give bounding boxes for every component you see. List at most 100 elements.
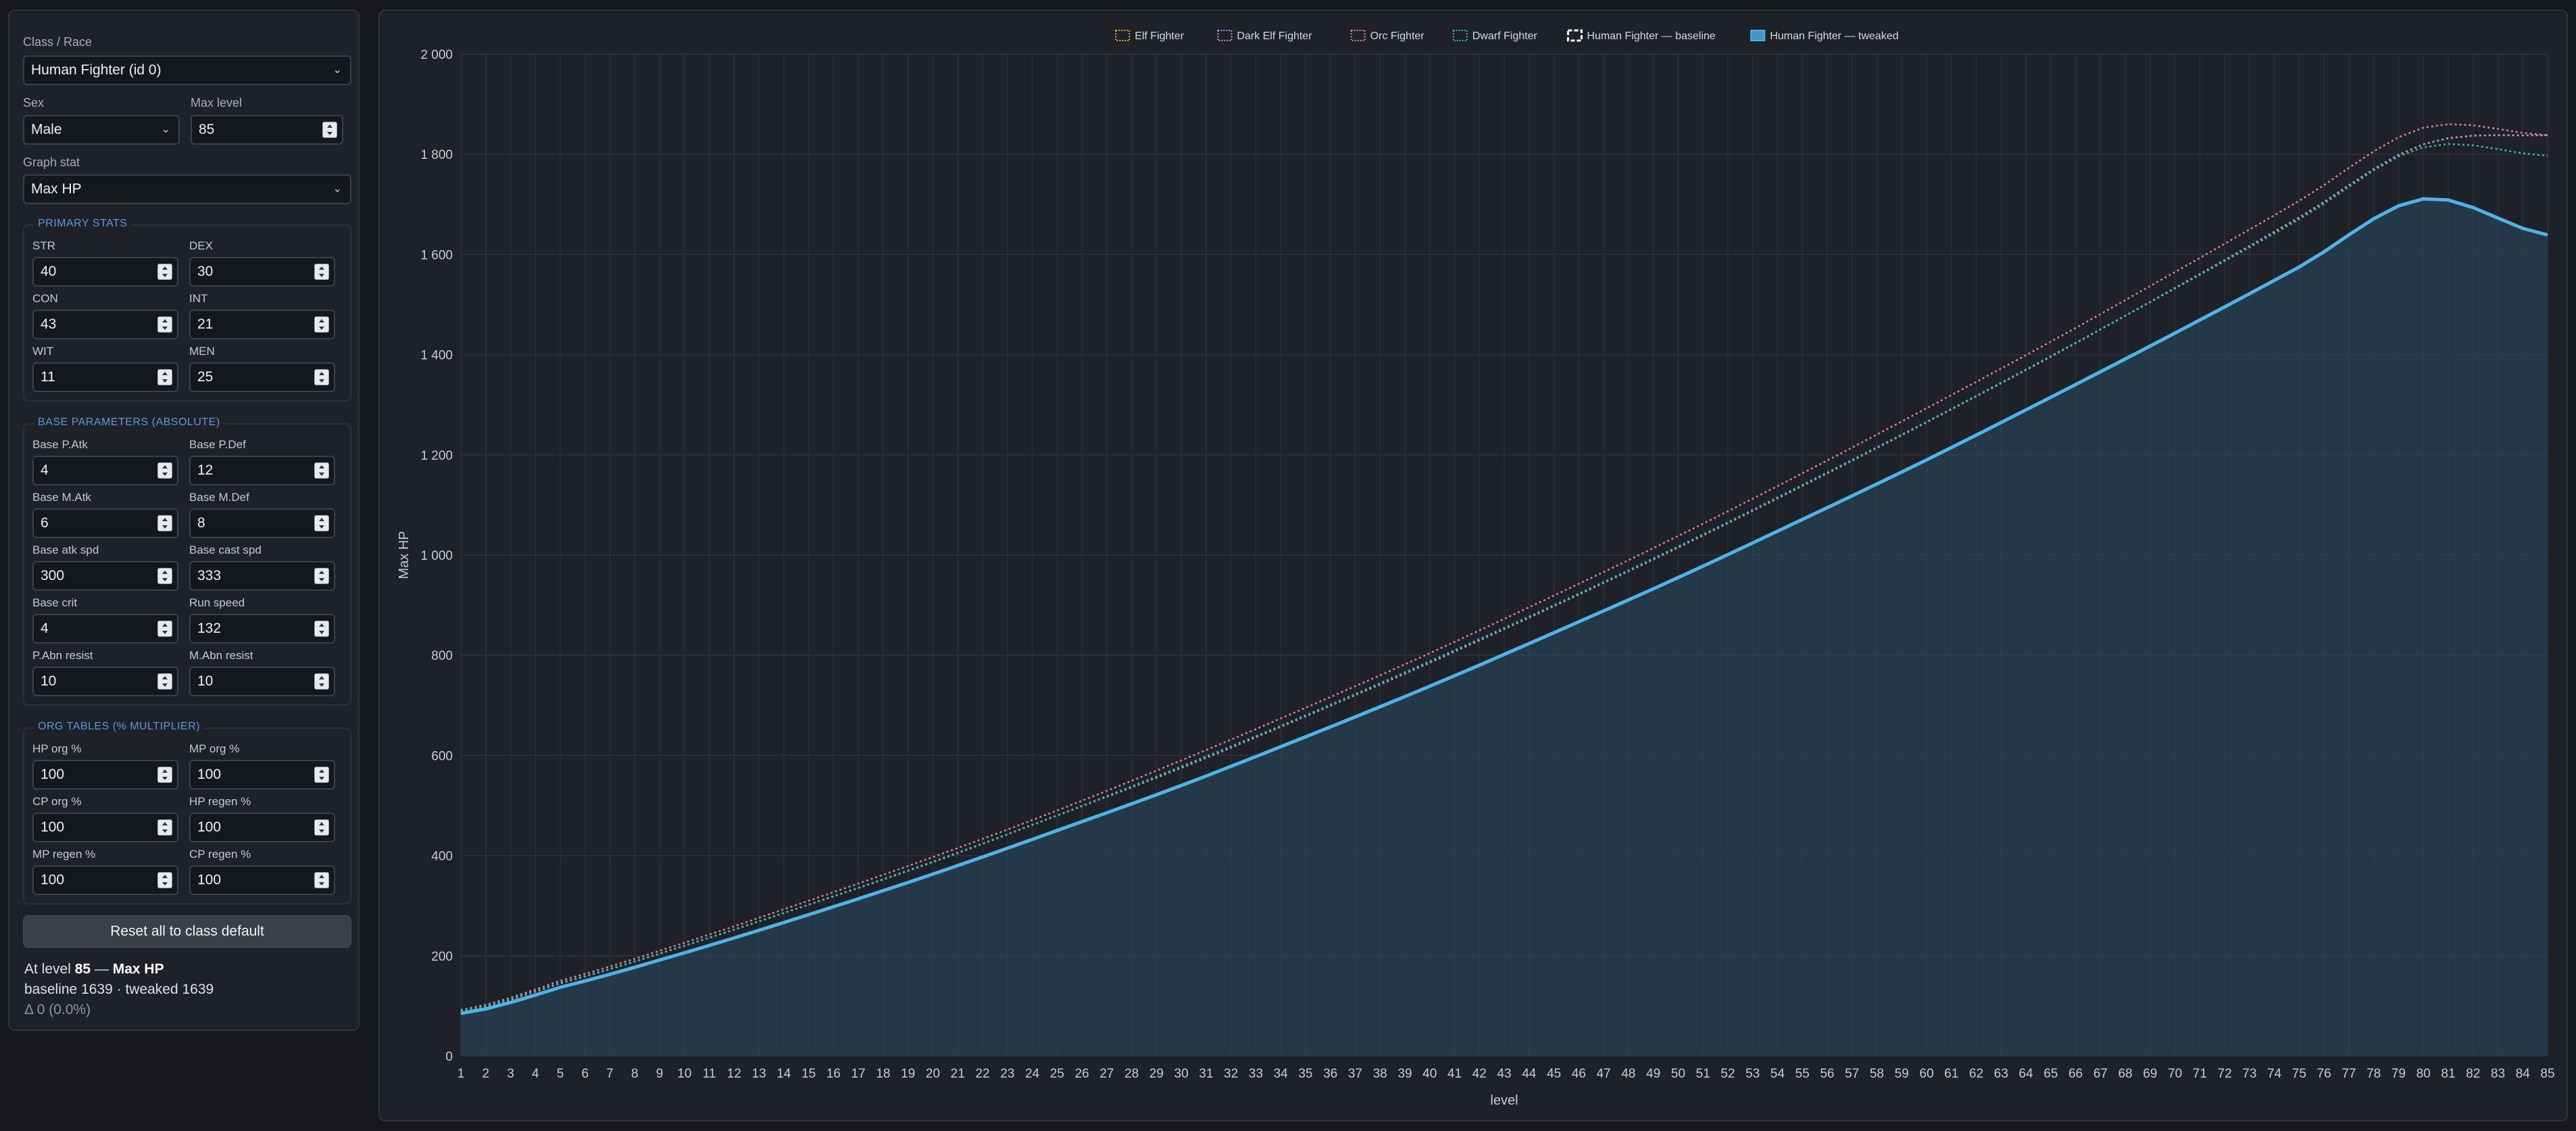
spinner-icon[interactable] (157, 462, 172, 479)
x-tick-label: 6 (582, 1067, 589, 1081)
base-p-atk-input[interactable]: 4 (32, 456, 178, 485)
graph-stat-value: Max HP (31, 181, 82, 197)
spinner-icon[interactable] (157, 673, 172, 690)
spinner-icon[interactable] (314, 621, 329, 637)
spinner-icon[interactable] (314, 462, 329, 479)
base-p-def-input[interactable]: 12 (189, 456, 335, 485)
x-tick-label: 12 (727, 1067, 741, 1081)
x-tick-label: 74 (2267, 1067, 2282, 1081)
base-m-atk-input[interactable]: 6 (32, 508, 178, 538)
spinner-icon[interactable] (157, 568, 172, 584)
spinner-icon[interactable] (314, 264, 329, 280)
men-input[interactable]: 25 (189, 362, 335, 392)
base-cast-spd-value: 333 (197, 568, 222, 583)
x-tick-label: 62 (1969, 1067, 1983, 1081)
primary-stats-title: PRIMARY STATS (34, 218, 132, 230)
x-tick-label: 9 (656, 1067, 664, 1081)
spinner-icon[interactable] (314, 515, 329, 531)
x-tick-label: 38 (1373, 1067, 1387, 1081)
graph-stat-select[interactable]: Max HP ⌄ (23, 174, 351, 204)
reset-all-button[interactable]: Reset all to class default (23, 915, 351, 948)
base-atk-spd-input[interactable]: 300 (32, 561, 178, 591)
x-tick-label: 78 (2367, 1067, 2381, 1081)
mp-org-input[interactable]: 100 (189, 760, 335, 790)
dark-elf-fighter-legend-label: Dark Elf Fighter (1237, 30, 1312, 42)
spinner-icon[interactable] (314, 673, 329, 690)
m-abn-resist-input[interactable]: 10 (189, 667, 335, 696)
cp-regen-label: CP regen % (189, 848, 251, 861)
cp-org-label: CP org % (32, 795, 82, 808)
base-m-def-value: 8 (197, 515, 205, 531)
chevron-down-icon: ⌄ (332, 64, 342, 76)
cp-regen-input[interactable]: 100 (189, 865, 335, 895)
y-tick-label: 1 000 (420, 549, 453, 563)
spinner-icon[interactable] (314, 872, 329, 888)
spinner-icon[interactable] (314, 767, 329, 783)
spinner-icon[interactable] (157, 264, 172, 280)
x-tick-label: 79 (2392, 1067, 2406, 1081)
x-tick-label: 35 (1298, 1067, 1312, 1081)
spinner-icon[interactable] (314, 568, 329, 584)
x-tick-label: 81 (2441, 1067, 2455, 1081)
summary-stat: Max HP (112, 961, 164, 977)
x-tick-label: 48 (1621, 1067, 1635, 1081)
x-tick-label: 30 (1174, 1067, 1189, 1081)
dex-input[interactable]: 30 (189, 257, 335, 287)
x-tick-label: 57 (1845, 1067, 1859, 1081)
x-tick-label: 53 (1745, 1067, 1760, 1081)
spinner-icon[interactable] (322, 122, 337, 138)
sex-select[interactable]: Male ⌄ (23, 115, 180, 145)
mp-org-label: MP org % (189, 742, 240, 755)
base-crit-input[interactable]: 4 (32, 614, 178, 644)
base-m-def-input[interactable]: 8 (189, 508, 335, 538)
x-tick-label: 41 (1447, 1067, 1462, 1081)
hp-org-input[interactable]: 100 (32, 760, 178, 790)
base-p-atk-value: 4 (41, 462, 49, 478)
x-tick-label: 7 (606, 1067, 614, 1081)
summary-values: baseline 1639 · tweaked 1639 (24, 982, 214, 997)
wit-input[interactable]: 11 (32, 362, 178, 392)
spinner-icon[interactable] (157, 316, 172, 333)
base-cast-spd-input[interactable]: 333 (189, 561, 335, 591)
cp-regen-value: 100 (197, 872, 222, 888)
spinner-icon[interactable] (157, 767, 172, 783)
dex-value: 30 (197, 264, 214, 279)
x-tick-label: 54 (1770, 1067, 1785, 1081)
sex-label: Sex (23, 96, 45, 110)
max-level-input[interactable]: 85 (191, 115, 343, 145)
class-race-select[interactable]: Human Fighter (id 0) ⌄ (23, 55, 351, 85)
x-tick-label: 68 (2118, 1067, 2132, 1081)
con-input[interactable]: 43 (32, 310, 178, 339)
x-tick-label: 77 (2342, 1067, 2356, 1081)
str-input[interactable]: 40 (32, 257, 178, 287)
x-tick-label: 34 (1274, 1067, 1289, 1081)
int-input[interactable]: 21 (189, 310, 335, 339)
x-tick-label: 47 (1596, 1067, 1610, 1081)
p-abn-resist-input[interactable]: 10 (32, 667, 178, 696)
x-tick-label: 1 (457, 1067, 465, 1081)
spinner-icon[interactable] (157, 369, 172, 385)
spinner-icon[interactable] (157, 621, 172, 637)
spinner-icon[interactable] (314, 316, 329, 333)
cp-org-input[interactable]: 100 (32, 813, 178, 842)
x-tick-label: 31 (1199, 1067, 1213, 1081)
spinner-icon[interactable] (157, 819, 172, 836)
hp-regen-label: HP regen % (189, 795, 251, 808)
run-speed-value: 132 (197, 621, 222, 636)
base-params-title: BASE PARAMETERS (ABSOLUTE) (34, 416, 224, 429)
run-speed-input[interactable]: 132 (189, 614, 335, 644)
spinner-icon[interactable] (157, 872, 172, 888)
cp-org-value: 100 (41, 819, 65, 835)
base-p-atk-label: Base P.Atk (32, 438, 88, 451)
int-label: INT (189, 292, 208, 305)
spinner-icon[interactable] (314, 369, 329, 385)
spinner-icon[interactable] (314, 819, 329, 836)
hp-regen-input[interactable]: 100 (189, 813, 335, 842)
mp-regen-input[interactable]: 100 (32, 865, 178, 895)
orc-fighter-legend-swatch (1350, 30, 1366, 41)
x-tick-label: 69 (2143, 1067, 2157, 1081)
men-label: MEN (189, 345, 215, 358)
spinner-icon[interactable] (157, 515, 172, 531)
x-tick-label: 83 (2491, 1067, 2505, 1081)
x-tick-label: 24 (1025, 1067, 1040, 1081)
